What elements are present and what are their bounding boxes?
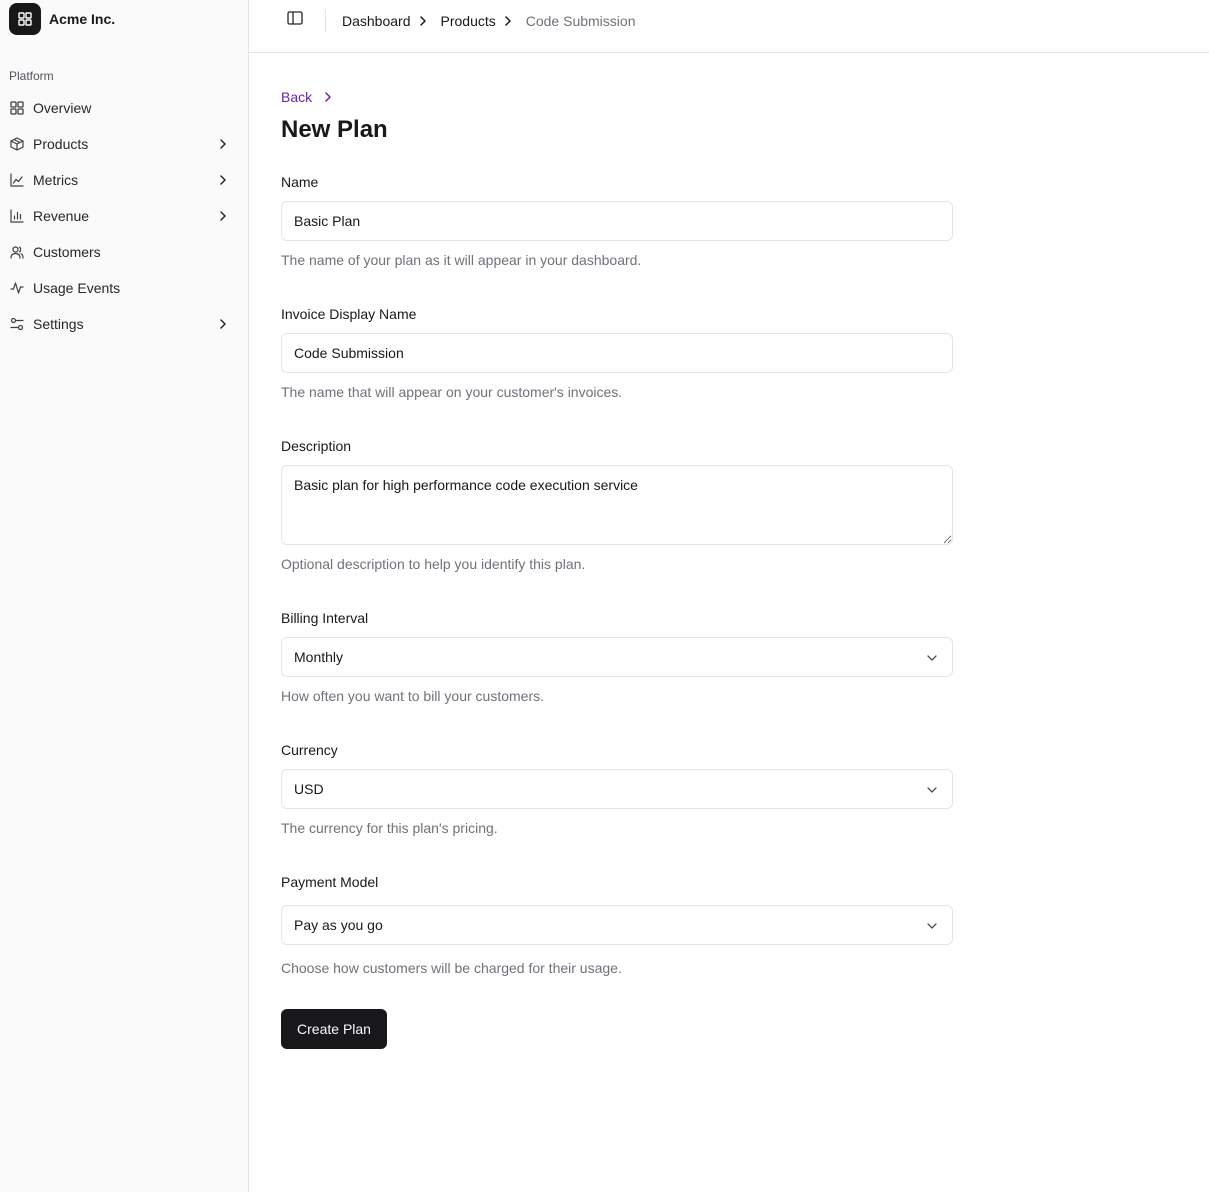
payment-model-help-text: Choose how customers will be charged for… (281, 960, 622, 976)
breadcrumb-current: Code Submission (525, 12, 636, 29)
chevron-right-icon (419, 15, 427, 27)
chevron-down-icon (926, 781, 938, 797)
invoice-name-help-text: The name that will appear on your custom… (281, 384, 623, 400)
breadcrumb-products[interactable]: Products (441, 13, 496, 29)
currency-label: Currency (281, 742, 338, 758)
sidebar-item-label: Revenue (33, 208, 90, 224)
sidebar-item-products[interactable]: Products (0, 126, 248, 162)
sidebar-item-customers[interactable]: Customers (0, 234, 248, 270)
page-title: New Plan (281, 116, 388, 143)
panel-left-icon (287, 10, 303, 30)
description-help-text: Optional description to help you identif… (281, 556, 586, 572)
billing-interval-select[interactable]: Monthly (281, 637, 953, 677)
description-textarea[interactable]: Basic plan for high performance code exe… (281, 465, 953, 545)
sidebar-toggle-button[interactable] (285, 10, 305, 30)
sidebar-item-revenue[interactable]: Revenue (0, 198, 248, 234)
sidebar-item-label: Products (33, 136, 89, 152)
invoice-name-label: Invoice Display Name (281, 306, 417, 322)
back-link[interactable]: Back (281, 89, 332, 105)
sidebar-item-settings[interactable]: Settings (0, 306, 248, 342)
sidebar-group-label: Platform (9, 69, 54, 83)
brand[interactable]: Acme Inc. (9, 3, 115, 35)
top-header: Dashboard Products Code Submission (249, 0, 1209, 53)
create-plan-button[interactable]: Create Plan (281, 1009, 387, 1049)
name-help-text: The name of your plan as it will appear … (281, 252, 642, 268)
chevron-down-icon (926, 917, 938, 933)
chevron-right-icon (216, 209, 230, 223)
sidebar-item-label: Metrics (33, 172, 79, 188)
breadcrumb: Dashboard Products Code Submission (342, 12, 635, 29)
payment-model-label: Payment Model (281, 874, 379, 890)
billing-interval-help-text: How often you want to bill your customer… (281, 688, 545, 704)
sliders-icon (9, 316, 25, 332)
payment-model-select[interactable]: Pay as you go (281, 905, 953, 945)
invoice-name-input[interactable] (281, 333, 953, 373)
name-input[interactable] (281, 201, 953, 241)
chevron-down-icon (926, 649, 938, 665)
currency-help-text: The currency for this plan's pricing. (281, 820, 498, 836)
description-label: Description (281, 438, 352, 454)
package-icon (9, 136, 25, 152)
sidebar-item-overview[interactable]: Overview (0, 90, 248, 126)
billing-interval-label: Billing Interval (281, 610, 369, 626)
sidebar-item-label: Customers (33, 244, 101, 260)
chevron-right-icon (216, 317, 230, 331)
activity-icon (9, 280, 25, 296)
line-chart-icon (9, 172, 25, 188)
chevron-right-icon (504, 15, 512, 27)
header-divider (325, 10, 326, 32)
sidebar-item-label: Settings (33, 316, 84, 332)
payment-model-value: Pay as you go (294, 917, 383, 933)
sidebar-item-usage-events[interactable]: Usage Events (0, 270, 248, 306)
grid-icon (9, 3, 41, 35)
currency-select[interactable]: USD (281, 769, 953, 809)
currency-value: USD (294, 781, 324, 797)
breadcrumb-dashboard[interactable]: Dashboard (342, 13, 411, 29)
sidebar-item-label: Usage Events (33, 280, 121, 296)
sidebar-item-metrics[interactable]: Metrics (0, 162, 248, 198)
sidebar: Acme Inc. Platform Overview Products Met… (0, 0, 249, 1192)
brand-name: Acme Inc. (49, 11, 116, 27)
billing-interval-value: Monthly (294, 649, 344, 665)
users-icon (9, 244, 25, 260)
layout-grid-icon (9, 100, 25, 116)
chevron-right-icon (216, 137, 230, 151)
back-link-label: Back (281, 89, 313, 105)
sidebar-nav: Overview Products Metrics Revenue Custom… (0, 90, 248, 342)
bar-chart-icon (9, 208, 25, 224)
chevron-right-icon (216, 173, 230, 187)
chevron-right-icon (324, 91, 332, 103)
sidebar-item-label: Overview (33, 100, 92, 116)
name-label: Name (281, 174, 319, 190)
